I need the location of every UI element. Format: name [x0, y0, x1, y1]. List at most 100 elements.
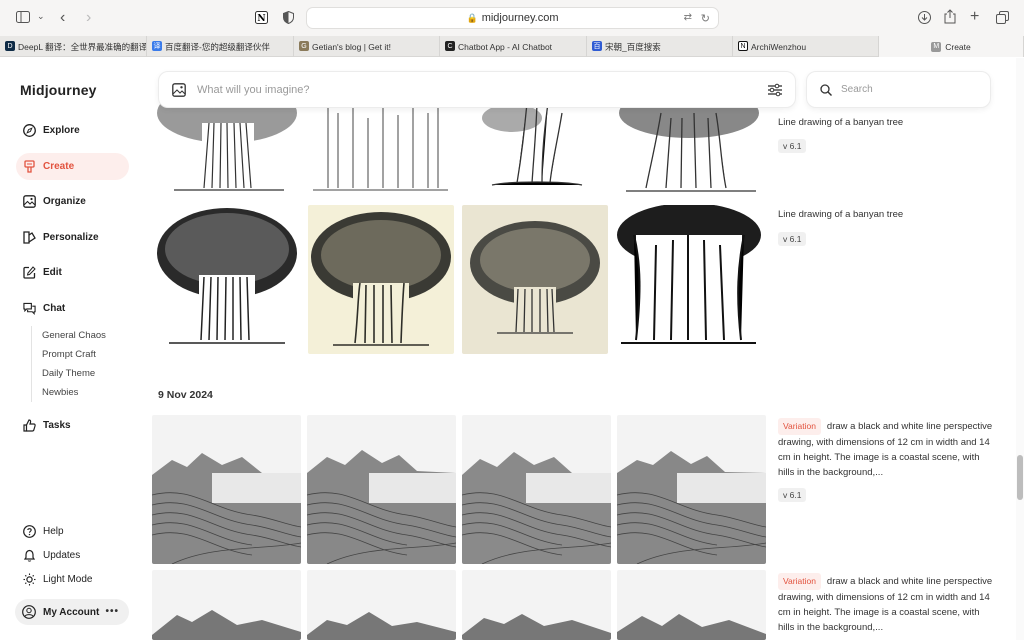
share-icon[interactable]: [944, 9, 956, 26]
imagine-input[interactable]: What will you imagine?: [197, 84, 310, 96]
nav-label: Personalize: [43, 232, 99, 243]
nav-label: Create: [43, 161, 75, 172]
generated-image[interactable]: [462, 570, 611, 640]
generated-image[interactable]: [154, 103, 300, 195]
back-icon[interactable]: ‹: [60, 10, 65, 26]
variation-badge: Variation: [778, 418, 821, 435]
generated-image[interactable]: [307, 570, 456, 640]
generated-image[interactable]: [616, 205, 762, 354]
sun-icon: [23, 573, 36, 586]
chevron-down-icon[interactable]: ⌄: [37, 12, 45, 21]
tab-baidu-translate[interactable]: 译 百度翻译-您的超级翻译伙伴: [147, 36, 294, 57]
thumbs-up-icon: [23, 419, 36, 432]
tab-label: Create: [945, 41, 971, 52]
main-content: What will you imagine? Search Line drawi…: [146, 58, 1016, 640]
version-badge: v 6.1: [778, 139, 807, 153]
browser-toolbar: ⌄ ‹ › N 🔒 midjourney.com ⇄ ↻ +: [0, 0, 1024, 36]
generated-image[interactable]: [462, 205, 608, 354]
nav-chat[interactable]: Chat: [16, 295, 129, 322]
nav-label: Edit: [43, 267, 62, 278]
nav-personalize[interactable]: Personalize: [16, 224, 129, 251]
nav-label: Explore: [43, 125, 80, 136]
date-header: 9 Nov 2024: [158, 389, 213, 401]
tab-label: DeepL 翻译：全世界最准确的翻译: [18, 41, 147, 52]
baidu-icon: 百: [592, 41, 602, 51]
nav-label: Light Mode: [43, 574, 93, 585]
nav-label: Updates: [43, 550, 81, 561]
search-box[interactable]: Search: [806, 71, 991, 108]
shield-icon[interactable]: [283, 10, 294, 26]
svg-text:N: N: [257, 14, 265, 24]
nav-tasks[interactable]: Tasks: [16, 412, 129, 439]
download-icon[interactable]: [918, 11, 931, 26]
prompt-text[interactable]: Line drawing of a banyan tree: [778, 207, 903, 222]
brand-logo[interactable]: Midjourney: [20, 82, 97, 98]
deepl-icon: D: [5, 41, 15, 51]
tab-label: ArchiWenzhou: [751, 41, 807, 52]
more-options-icon[interactable]: •••: [105, 606, 119, 617]
generated-image[interactable]: [462, 103, 608, 195]
generated-image[interactable]: [616, 103, 762, 195]
chat-room-general-chaos[interactable]: General Chaos: [42, 330, 106, 341]
prompt-text[interactable]: Variation draw a black and white line per…: [778, 418, 996, 478]
search-icon: [819, 83, 833, 97]
notion-icon: N: [738, 41, 748, 51]
prompt-text[interactable]: Line drawing of a banyan tree: [778, 115, 903, 130]
variation-badge: Variation: [778, 573, 821, 590]
address-bar[interactable]: 🔒 midjourney.com ⇄ ↻: [306, 7, 719, 29]
nav-label: Tasks: [43, 420, 71, 431]
scrollbar-thumb[interactable]: [1017, 455, 1023, 500]
nav-light-mode[interactable]: Light Mode: [16, 566, 129, 593]
image-upload-icon[interactable]: [171, 82, 187, 98]
tab-label: 宋朝_百度搜索: [605, 41, 661, 52]
account-label: My Account: [43, 606, 100, 618]
compass-icon: [23, 124, 36, 137]
chat-room-prompt-craft[interactable]: Prompt Craft: [42, 349, 96, 360]
tab-overview-icon[interactable]: [996, 11, 1009, 26]
lock-icon: 🔒: [466, 12, 478, 23]
search-input[interactable]: Search: [841, 84, 873, 95]
tab-deepl[interactable]: D DeepL 翻译：全世界最准确的翻译: [0, 36, 147, 57]
prompt-text[interactable]: Variation draw a black and white line per…: [778, 573, 996, 633]
tab-baidu-search[interactable]: 百 宋朝_百度搜索: [587, 36, 733, 57]
generated-image[interactable]: [617, 415, 766, 564]
my-account-button[interactable]: My Account •••: [15, 599, 129, 625]
generated-image[interactable]: [152, 415, 301, 564]
generated-image[interactable]: [154, 205, 300, 354]
sidebar-toggle-icon[interactable]: [16, 11, 30, 25]
nav-explore[interactable]: Explore: [16, 117, 129, 144]
midjourney-icon: M: [931, 41, 942, 52]
bell-icon: [23, 549, 36, 562]
reload-icon[interactable]: ↻: [701, 12, 710, 25]
forward-icon[interactable]: ›: [86, 10, 91, 26]
settings-sliders-icon[interactable]: [767, 82, 783, 98]
tab-bar: D DeepL 翻译：全世界最准确的翻译 译 百度翻译-您的超级翻译伙伴 G G…: [0, 36, 1024, 57]
avatar-icon: [22, 605, 36, 619]
imagine-bar[interactable]: What will you imagine?: [158, 71, 796, 108]
nav-create[interactable]: Create: [16, 153, 129, 180]
scrollbar[interactable]: [1016, 58, 1024, 640]
chat-divider: [31, 326, 32, 402]
tab-label: Chatbot App - AI Chatbot: [458, 41, 553, 52]
tab-create[interactable]: M Create: [879, 36, 1024, 57]
tab-label: 百度翻译-您的超级翻译伙伴: [165, 41, 270, 52]
generated-image[interactable]: [462, 415, 611, 564]
chat-room-daily-theme[interactable]: Daily Theme: [42, 368, 95, 379]
notion-icon[interactable]: N: [255, 11, 268, 26]
generated-image[interactable]: [152, 570, 301, 640]
generated-image[interactable]: [308, 205, 454, 354]
generated-image[interactable]: [617, 570, 766, 640]
tab-label: Getian's blog | Get it!: [312, 41, 391, 52]
nav-help[interactable]: Help: [16, 518, 129, 545]
generated-image[interactable]: [308, 103, 454, 195]
tab-chatbot-app[interactable]: C Chatbot App - AI Chatbot: [440, 36, 587, 57]
nav-organize[interactable]: Organize: [16, 188, 129, 215]
tab-getian-blog[interactable]: G Getian's blog | Get it!: [294, 36, 440, 57]
nav-updates[interactable]: Updates: [16, 542, 129, 569]
translate-icon[interactable]: ⇄: [684, 12, 692, 23]
chat-room-newbies[interactable]: Newbies: [42, 387, 78, 398]
tab-archiwenzhou[interactable]: N ArchiWenzhou: [733, 36, 879, 57]
nav-edit[interactable]: Edit: [16, 259, 129, 286]
generated-image[interactable]: [307, 415, 456, 564]
new-tab-icon[interactable]: +: [970, 9, 979, 25]
